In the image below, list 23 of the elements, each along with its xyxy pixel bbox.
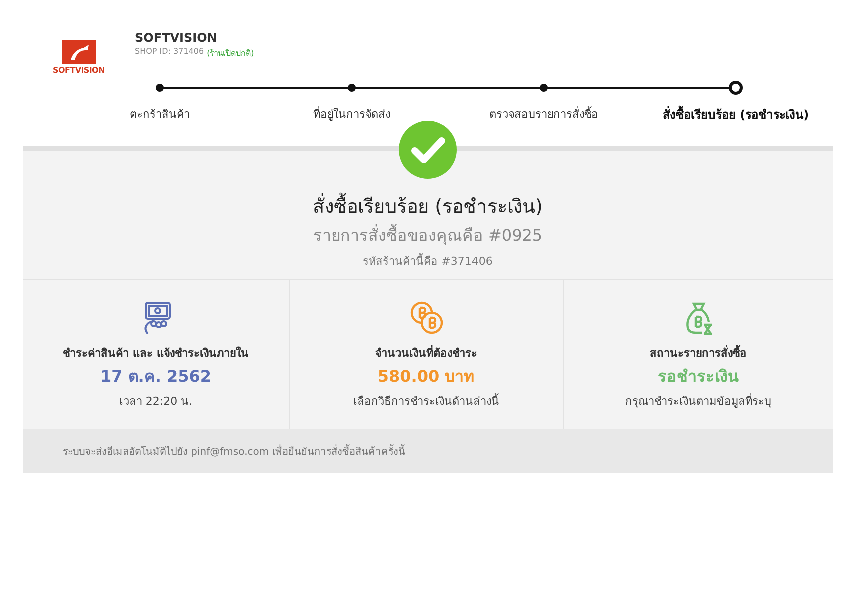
shop-status: (ร้านเปิดปกติ) bbox=[207, 48, 254, 60]
shop-code: รหัสร้านค้านี้คือ #371406 bbox=[363, 252, 493, 270]
step-label: ตะกร้าสินค้า bbox=[130, 107, 190, 123]
footer-text: ระบบจะส่งอีเมลอัตโนมัติไปยัง pinf@fmso.com เพื่อยืนยันการสั่งซื้อสินค้าครั้งนี้ bbox=[63, 444, 406, 458]
logo-icon bbox=[62, 40, 96, 64]
step-label: สั่งซื้อเรียบร้อย (รอชำระเงิน) bbox=[662, 105, 810, 124]
card-heading: จำนวนเงินที่ต้องชำระ bbox=[376, 344, 478, 362]
step-label: ที่อยู่ในการจัดส่ง bbox=[314, 106, 390, 123]
result-title: สั่งซื้อเรียบร้อย (รอชำระเงิน) bbox=[313, 191, 543, 221]
shop-id: SHOP ID: 371406 bbox=[135, 47, 204, 58]
card-note: เวลา 22:20 น. bbox=[119, 394, 193, 410]
logo-text: SOFTVISION bbox=[53, 66, 105, 75]
card-heading: ชำระค่าสินค้า และ แจ้งชำระเงินภายใน bbox=[63, 346, 249, 362]
order-number: รายการสั่งซื้อของคุณคือ #0925 bbox=[313, 223, 543, 248]
card-value: รอชำระเงิน bbox=[658, 366, 739, 388]
card-note: กรุณาชำระเงินตามข้อมูลที่ระบุ bbox=[626, 392, 772, 410]
coins-icon bbox=[408, 300, 444, 336]
shop-name: SOFTVISION bbox=[135, 30, 218, 45]
card-heading: สถานะรายการสั่งซื้อ bbox=[650, 344, 747, 362]
card-note: เลือกวิธีการชำระเงินด้านล่างนี้ bbox=[354, 392, 500, 410]
step-label: ตรวจสอบรายการสั่งซื้อ bbox=[490, 106, 598, 123]
card-value: 17 ต.ค. 2562 bbox=[100, 366, 212, 388]
card-value: 580.00 บาท bbox=[378, 366, 476, 388]
